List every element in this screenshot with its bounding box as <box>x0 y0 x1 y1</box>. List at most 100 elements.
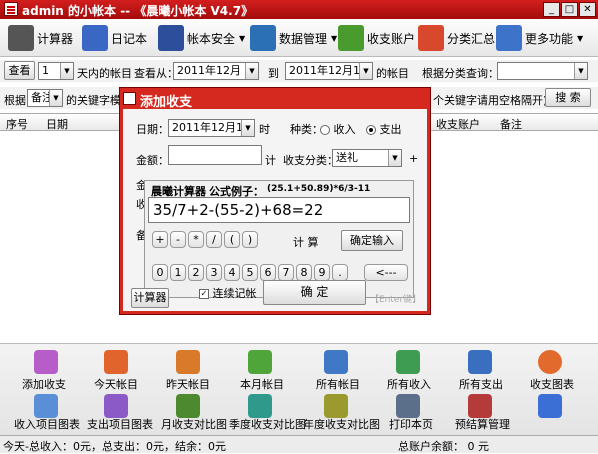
add-record-icon <box>34 350 58 374</box>
plus-key[interactable]: + <box>152 231 168 248</box>
more-features-tool-button[interactable]: 更多功能 ▼ <box>496 22 583 54</box>
days-select[interactable]: 1 ▼ <box>38 62 74 80</box>
user-expense-icon <box>468 350 492 374</box>
more-features-tool-label: 更多功能 <box>525 31 574 46</box>
printer-icon <box>396 394 420 418</box>
calculator-button[interactable]: 计算器 <box>131 288 169 308</box>
date-label: 日期： <box>136 123 169 136</box>
digit-0-key[interactable]: 0 <box>152 264 168 281</box>
formula-example: (25.1+50.89)*6/3-11 <box>267 184 371 194</box>
expense-radio-label: 支出 <box>379 123 402 136</box>
digit-1-key[interactable]: 1 <box>170 264 186 281</box>
days-suffix-label: 天内的帐目 <box>77 67 132 80</box>
confirm-input-button[interactable]: 确定输入 <box>341 230 403 251</box>
quick-access-panel: 添加收支 今天帐目 昨天帐目 本月帐目 所有帐目 所有收入 所有支出 收支图表 … <box>0 343 598 435</box>
category-query-label: 根据分类查询： <box>422 67 499 80</box>
from-date-picker[interactable]: 2011年12月 1日 ▼ <box>173 62 259 80</box>
diary-tool-label: 日记本 <box>111 31 148 46</box>
quick-yesterday-records-label: 昨天帐目 <box>166 378 210 391</box>
calculator-tool-button[interactable]: 计算器 <box>8 22 73 54</box>
income-radio[interactable]: 收入 <box>320 121 356 137</box>
category-summary-tool-button[interactable]: 分类汇总 <box>418 22 495 54</box>
decimal-point-key[interactable]: . <box>332 264 348 281</box>
title-bar: admin 的小帐本 -- 《晨曦小帐本 V4.7》 _ □ ✕ <box>0 0 598 19</box>
view-from-label: 查看从： <box>134 67 178 80</box>
divide-key[interactable]: / <box>206 231 222 248</box>
minimize-button[interactable]: _ <box>543 2 560 17</box>
expression-input[interactable]: 35/7+2-(55-2)+68=22 <box>148 197 410 223</box>
expense-radio-button[interactable] <box>366 125 376 135</box>
digit-3-key[interactable]: 3 <box>206 264 222 281</box>
checkbox-checked-icon: ✓ <box>199 289 209 299</box>
account-security-tool-button[interactable]: 帐本安全 ▼ <box>158 22 245 54</box>
days-value: 1 <box>42 64 49 77</box>
quick-income-expense-chart-label: 收支图表 <box>530 378 574 391</box>
close-button[interactable]: ✕ <box>579 2 596 17</box>
chevron-down-icon: ▼ <box>331 33 338 43</box>
folder-icon <box>176 350 200 374</box>
income-radio-button[interactable] <box>320 125 330 135</box>
category-summary-tool-label: 分类汇总 <box>447 31 496 46</box>
maximize-button[interactable]: □ <box>561 2 578 17</box>
quick-add-record-label: 添加收支 <box>22 378 66 391</box>
dialog-category-select[interactable]: 送礼 ▼ <box>332 149 402 167</box>
income-expense-account-tool-button[interactable]: 收支账户 <box>338 22 415 54</box>
dialog-date-picker[interactable]: 2011年12月13日 ▼ <box>168 119 255 137</box>
chevron-down-icon: ▼ <box>574 63 587 79</box>
continuous-record-label: 连续记帐 <box>212 287 257 300</box>
status-bar: 今天-总收入：0元，总支出：0元，结余：0元 总账户余额： 0 元 <box>0 435 598 453</box>
quick-today-records-label: 今天帐目 <box>94 378 138 391</box>
category-query-select[interactable]: ▼ <box>497 62 588 80</box>
search-button[interactable]: 搜 索 <box>545 88 591 107</box>
to-date-picker[interactable]: 2011年12月13日 ▼ <box>285 62 373 80</box>
digit-9-key[interactable]: 9 <box>314 264 330 281</box>
database-icon <box>250 25 276 51</box>
account-balance: 总账户余额： 0 元 <box>398 440 489 453</box>
chevron-down-icon: ▼ <box>245 63 258 79</box>
expense-radio[interactable]: 支出 <box>366 121 402 137</box>
view-button[interactable]: 查看 <box>4 61 35 80</box>
quick-expense-item-chart-label: 支出项目图表 <box>87 418 153 431</box>
dialog-title-bar[interactable]: 添加收支 <box>120 88 432 110</box>
digit-8-key[interactable]: 8 <box>296 264 312 281</box>
column-header-date[interactable]: 日期 <box>46 116 68 132</box>
digit-2-key[interactable]: 2 <box>188 264 204 281</box>
account-security-tool-label: 帐本安全 <box>187 31 236 46</box>
digit-7-key[interactable]: 7 <box>278 264 294 281</box>
chevron-down-icon: ▼ <box>359 63 372 79</box>
data-management-tool-button[interactable]: 数据管理 ▼ <box>250 22 337 54</box>
digit-6-key[interactable]: 6 <box>260 264 276 281</box>
column-header-account[interactable]: 收支账户 <box>436 116 480 132</box>
quick-yearly-comparison-label: 年度收支对比图 <box>303 418 380 431</box>
column-header-note[interactable]: 备注 <box>500 116 522 132</box>
computer-icon <box>324 350 348 374</box>
income-radio-label: 收入 <box>333 123 356 136</box>
pie-chart-icon <box>418 25 444 51</box>
quick-quarterly-comparison-label: 季度收支对比图 <box>229 418 306 431</box>
add-category-mark[interactable]: + <box>409 152 418 165</box>
income-expense-account-tool-label: 收支账户 <box>367 31 416 46</box>
multiply-key[interactable]: * <box>188 231 204 248</box>
minus-key[interactable]: - <box>170 231 186 248</box>
money-icon <box>338 25 364 51</box>
chevron-down-icon: ▼ <box>60 63 73 79</box>
diary-tool-button[interactable]: 日记本 <box>82 22 147 54</box>
chevron-down-icon: ▼ <box>241 120 254 136</box>
digit-5-key[interactable]: 5 <box>242 264 258 281</box>
open-paren-key[interactable]: ( <box>224 231 240 248</box>
digit-4-key[interactable]: 4 <box>224 264 240 281</box>
data-management-tool-label: 数据管理 <box>279 31 328 46</box>
column-header-index[interactable]: 序号 <box>6 116 28 132</box>
continuous-record-checkbox[interactable]: ✓ 连续记帐 <box>199 285 257 301</box>
by-label: 根据 <box>4 94 26 107</box>
time-label: 时 <box>259 123 270 136</box>
close-paren-key[interactable]: ) <box>242 231 258 248</box>
confirm-button[interactable]: 确 定 <box>263 280 366 305</box>
amount-input[interactable] <box>168 145 262 165</box>
dialog-title: 添加收支 <box>140 95 193 110</box>
amount-label: 金额： <box>136 154 169 167</box>
backspace-key[interactable]: <--- <box>364 264 408 281</box>
field-select[interactable]: 备注 ▼ <box>27 89 63 107</box>
chart-icon <box>248 394 272 418</box>
user-income-icon <box>396 350 420 374</box>
